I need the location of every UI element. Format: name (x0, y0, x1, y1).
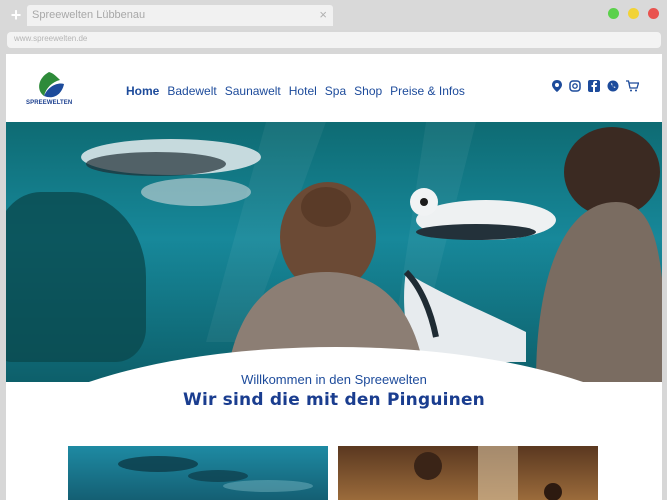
nav-preise-infos[interactable]: Preise & Infos (390, 84, 465, 98)
tab-bar: + Spreewelten Lübbenau × (0, 0, 667, 30)
pool-photo (118, 456, 313, 492)
close-tab-icon[interactable]: × (319, 7, 327, 22)
url-text: www.spreewelten.de (14, 34, 88, 43)
promo-card-badewelt[interactable] (68, 446, 328, 500)
social-icons (552, 80, 639, 92)
logo-text: SPREEWELTEN (26, 100, 73, 106)
site-header: SPREEWELTEN Home Badewelt Saunawelt Hote… (6, 54, 662, 122)
hero-image (6, 122, 662, 382)
welcome-heading: Willkommen in den Spreewelten (241, 372, 427, 387)
promo-card-saunawelt[interactable] (338, 446, 598, 500)
new-tab-button[interactable]: + (8, 6, 24, 24)
penguins-illustration (81, 122, 662, 382)
browser-tab[interactable]: Spreewelten Lübbenau × (27, 5, 333, 26)
main-nav: Home Badewelt Saunawelt Hotel Spa Shop P… (126, 84, 473, 98)
nav-shop[interactable]: Shop (354, 84, 382, 98)
nav-badewelt[interactable]: Badewelt (167, 84, 216, 98)
sauna-photo (414, 446, 562, 500)
tagline-heading: Wir sind die mit den Pinguinen (183, 390, 485, 410)
facebook-icon[interactable] (588, 80, 600, 92)
nav-home[interactable]: Home (126, 84, 159, 98)
tab-title: Spreewelten Lübbenau (32, 9, 146, 21)
whatsapp-icon[interactable] (607, 80, 619, 92)
map-pin-icon[interactable] (552, 80, 562, 92)
cart-icon[interactable] (626, 80, 639, 92)
nav-saunawelt[interactable]: Saunawelt (225, 84, 281, 98)
webpage: SPREEWELTEN Home Badewelt Saunawelt Hote… (6, 54, 662, 500)
address-bar[interactable]: www.spreewelten.de (7, 32, 661, 48)
nav-hotel[interactable]: Hotel (289, 84, 317, 98)
nav-spa[interactable]: Spa (325, 84, 346, 98)
minimize-button[interactable] (628, 8, 639, 19)
maximize-button[interactable] (608, 8, 619, 19)
instagram-icon[interactable] (569, 80, 581, 92)
close-window-button[interactable] (648, 8, 659, 19)
